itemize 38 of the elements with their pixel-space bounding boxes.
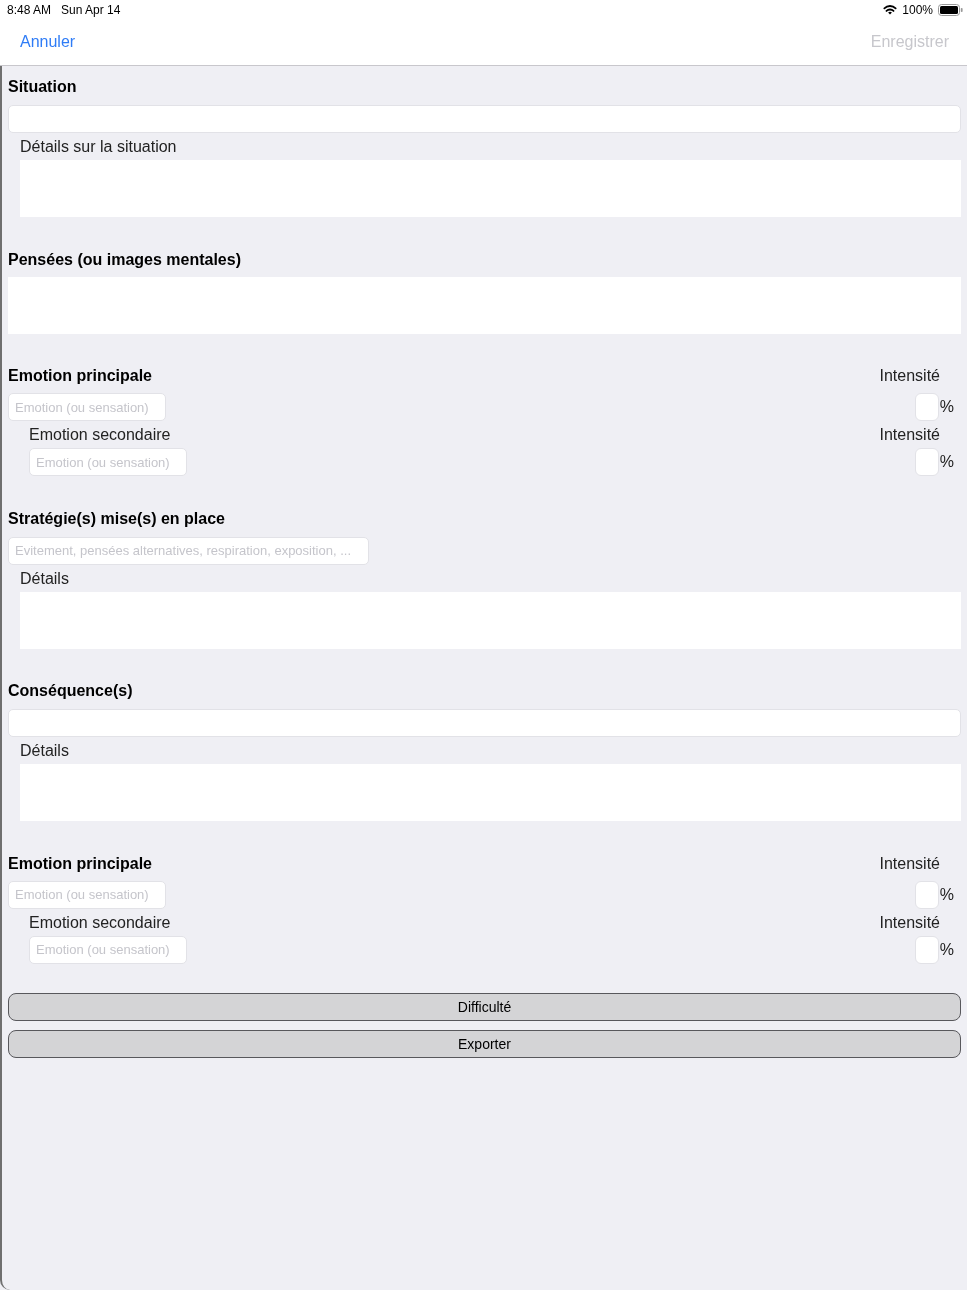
battery-icon xyxy=(938,3,963,16)
percent-sign: % xyxy=(939,453,954,471)
battery-percent: 100% xyxy=(902,2,933,17)
section-title: Stratégie(s) mise(s) en place xyxy=(8,508,226,529)
text-field[interactable] xyxy=(8,105,961,133)
percent-sign: % xyxy=(939,940,954,959)
cancel-button[interactable]: Annuler xyxy=(20,33,76,51)
percent-sign: % xyxy=(939,398,954,416)
wifi-icon xyxy=(883,4,898,15)
text-field[interactable]: Emotion (ou sensation) xyxy=(8,393,166,421)
text-field[interactable]: Emotion (ou sensation) xyxy=(29,448,187,476)
section-title: Pensées (ou images mentales) xyxy=(8,249,242,270)
section-title: Emotion principale xyxy=(8,853,152,874)
intensity-field[interactable] xyxy=(914,393,939,421)
percent-sign: % xyxy=(939,885,954,904)
intensity-label: Intensité xyxy=(879,425,940,445)
action-button[interactable]: Exporter xyxy=(8,1029,961,1058)
field-label: Détails sur la situation xyxy=(20,137,178,157)
status-time: 8:48 AM xyxy=(7,2,52,17)
status-date: Sun Apr 14 xyxy=(61,2,121,17)
field-label: Détails xyxy=(20,568,70,589)
section-title: Conséquence(s) xyxy=(8,681,134,701)
intensity-field[interactable] xyxy=(914,935,939,964)
field-label: Emotion secondaire xyxy=(29,425,171,445)
intensity-label: Intensité xyxy=(879,912,940,933)
section-title: Situation xyxy=(8,77,78,97)
field-label: Emotion secondaire xyxy=(29,912,171,933)
text-field[interactable]: Evitement, pensées alternatives, respiration, exposition, ... xyxy=(8,536,369,565)
section-title: Emotion principale xyxy=(8,366,152,386)
action-button[interactable]: Difficulté xyxy=(8,992,961,1021)
field-label: Détails xyxy=(20,741,70,761)
text-field[interactable]: Emotion (ou sensation) xyxy=(8,880,166,909)
intensity-field[interactable] xyxy=(914,880,939,909)
intensity-label: Intensité xyxy=(879,853,940,874)
text-field[interactable] xyxy=(8,709,961,737)
intensity-field[interactable] xyxy=(914,448,939,476)
intensity-label: Intensité xyxy=(879,366,940,386)
text-field[interactable]: Emotion (ou sensation) xyxy=(29,935,187,964)
